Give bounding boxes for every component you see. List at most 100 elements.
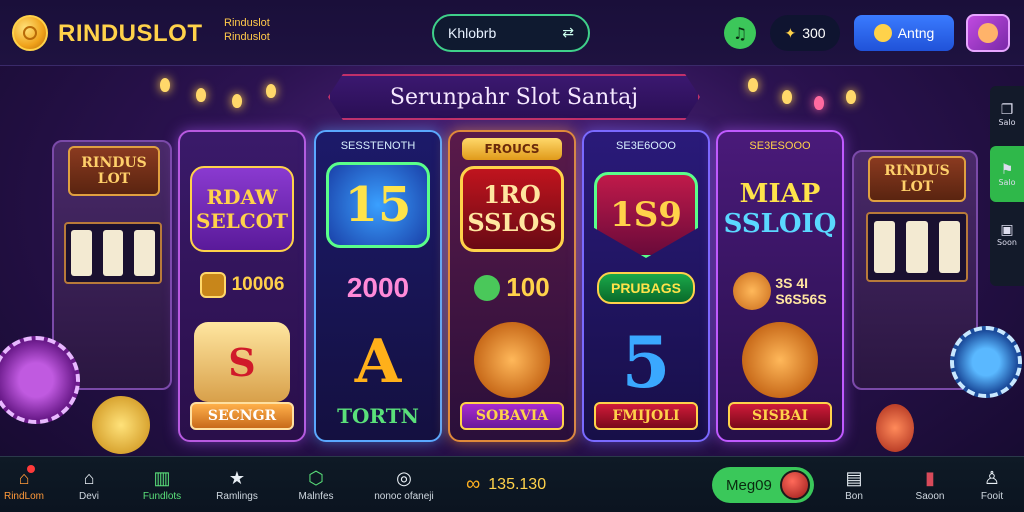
play-button[interactable]: SECNGR — [190, 402, 294, 430]
user-icon: ♙ — [983, 467, 1001, 488]
bulb-icon — [748, 78, 758, 92]
side-item-3[interactable]: ▣ Soon — [990, 206, 1024, 262]
game-amount: 2000 — [316, 272, 440, 304]
side-item-1[interactable]: ❐ Salo — [990, 86, 1024, 142]
toggle-knob[interactable] — [780, 470, 810, 500]
rating-button[interactable]: Antng — [854, 15, 954, 51]
nav-item-ramlings[interactable]: ★ Ramlings — [206, 457, 268, 512]
nav-label: RindLom — [3, 490, 45, 502]
game-amount-group: 3S 4I S6S56S — [775, 275, 826, 307]
game-amount-value: 100 — [506, 272, 550, 302]
game-title-line-2: SSLOIQ — [723, 209, 837, 239]
game-card-header: SE3E6OOO — [616, 140, 676, 152]
lion-icon — [474, 322, 550, 398]
game-art-letter: 5 — [621, 320, 671, 404]
reel — [938, 220, 961, 274]
chip-red-icon — [876, 404, 914, 452]
brand-name[interactable]: RINDUSLOT — [58, 20, 203, 48]
play-button[interactable]: SISBAI — [728, 402, 832, 430]
game-amount-value: 10006 — [231, 274, 285, 295]
game-title-line-2: SELCOT — [196, 209, 288, 233]
logo-coin-icon[interactable] — [12, 15, 48, 51]
nav-label: Fooit — [980, 490, 1004, 502]
poker-chip-icon — [0, 336, 80, 424]
play-button-label: TORTN — [337, 404, 419, 428]
nav-item-nonoc[interactable]: ◎ nonoc ofaneji — [358, 457, 450, 512]
machine-marquee-left: RINDUS LOT — [68, 146, 160, 196]
game-amount-value: PRUBAGS — [596, 272, 695, 304]
bulb-icon — [196, 88, 206, 102]
game-card[interactable]: RDAW SELCOT 10006 S SECNGR — [178, 130, 306, 442]
nav-item-malnfes[interactable]: ⬡ Malnfes — [290, 457, 342, 512]
game-title: MIAP SSLOIQ — [724, 166, 837, 252]
notification-dot — [27, 464, 36, 473]
bulb-icon — [846, 90, 856, 104]
mega-toggle[interactable]: Meg09 — [712, 467, 814, 503]
game-title: 1S9 — [594, 172, 698, 258]
game-amount-value-2: S6S56S — [775, 291, 827, 307]
game-title-line-1: 1S9 — [610, 195, 682, 235]
game-card-header: SE3ESOOO — [749, 140, 811, 152]
game-amount-value: 3S 4I — [775, 275, 809, 291]
play-button-label: FMIJOLI — [612, 408, 680, 424]
frog-icon — [474, 274, 501, 301]
balance-value: 300 — [802, 25, 826, 41]
shield-icon: ⬡ — [308, 467, 324, 488]
game-card-header: FROUCS — [462, 138, 562, 160]
nav-item-fooit[interactable]: ♙ Fooit — [972, 457, 1012, 512]
side-item-label: Soon — [997, 237, 1017, 247]
nav-item-saoon[interactable]: ▮ Saoon — [906, 457, 954, 512]
house-outline-icon: ⌂ — [83, 467, 95, 488]
machine-screen-right — [866, 212, 968, 282]
game-card[interactable]: FROUCS 1RO SSLOS 100 SOBAVIA — [448, 130, 576, 442]
bulb-icon — [160, 78, 170, 92]
mega-label: Meg09 — [726, 476, 772, 494]
reel — [71, 229, 92, 277]
game-card-header: SESSTENOTH — [340, 140, 416, 152]
balance-pill[interactable]: ✦ 300 — [770, 15, 840, 51]
game-title: RDAW SELCOT — [190, 166, 294, 252]
brand-subtitle-line-1: Rinduslot — [224, 17, 270, 29]
game-title-line-1: MIAP — [739, 179, 821, 209]
nav-item-home[interactable]: ⌂ RindLom — [0, 457, 48, 512]
treasure-icon — [199, 272, 226, 298]
nav-item-fundlots[interactable]: ▥ Fundlots — [134, 457, 190, 512]
page-title-banner: Serunpahr Slot Santaj — [328, 74, 700, 120]
scroll-icon: S — [194, 322, 290, 402]
home-icon: ⌂ — [19, 464, 36, 487]
right-side-panel: ❐ Salo ⚑ Salo ▣ Soon — [990, 86, 1024, 286]
side-item-2[interactable]: ⚑ Salo — [990, 146, 1024, 202]
cards-icon: ▮ — [925, 467, 935, 488]
bookmark-icon: ❐ — [1000, 101, 1014, 118]
trophy-icon — [873, 24, 892, 42]
play-button[interactable]: FMIJOLI — [594, 402, 698, 430]
game-art-letter: S — [228, 339, 256, 385]
side-item-label: Salo — [998, 117, 1016, 127]
reel — [102, 229, 124, 277]
page-title: Serunpahr Slot Santaj — [389, 84, 639, 110]
swap-icon[interactable]: ⇄ — [562, 25, 574, 41]
play-button[interactable]: SOBAVIA — [460, 402, 564, 430]
nav-label: Ramlings — [216, 490, 258, 502]
avatar[interactable] — [966, 14, 1010, 52]
play-button[interactable]: TORTN — [326, 402, 430, 430]
bottom-nav: ⌂ RindLom ⌂ Devi ▥ Fundlots ★ Ramlings ⬡… — [0, 456, 1024, 512]
bulb-icon — [814, 96, 824, 110]
nav-label: Malnfes — [298, 490, 334, 502]
flag-icon: ⚑ — [1000, 161, 1014, 178]
game-title: 15 — [326, 162, 430, 248]
wallet-balance[interactable]: ∞ 135.130 — [466, 473, 546, 496]
reel — [906, 220, 928, 274]
game-card[interactable]: SE3E6OOO 1S9 PRUBAGS 5 FMIJOLI — [582, 130, 710, 442]
game-card[interactable]: SESSTENOTH 15 2000 A TORTN — [314, 130, 442, 442]
top-bar: RINDUSLOT Rinduslot Rinduslot Khlobrb ⇄ … — [0, 0, 1024, 66]
game-card[interactable]: SE3ESOOO MIAP SSLOIQ 3S 4I S6S56S SISBAI — [716, 130, 844, 442]
star-icon: ★ — [228, 467, 246, 488]
game-title-line-2: SSLOS — [467, 208, 557, 237]
music-note-icon[interactable]: ♫ — [724, 17, 756, 49]
search-field[interactable]: Khlobrb ⇄ — [432, 14, 590, 52]
play-button-label: SOBAVIA — [475, 408, 549, 424]
game-amount: PRUBAGS — [584, 272, 708, 304]
nav-item-bon[interactable]: ▤ Bon — [834, 457, 874, 512]
nav-item-devi[interactable]: ⌂ Devi — [64, 457, 114, 512]
